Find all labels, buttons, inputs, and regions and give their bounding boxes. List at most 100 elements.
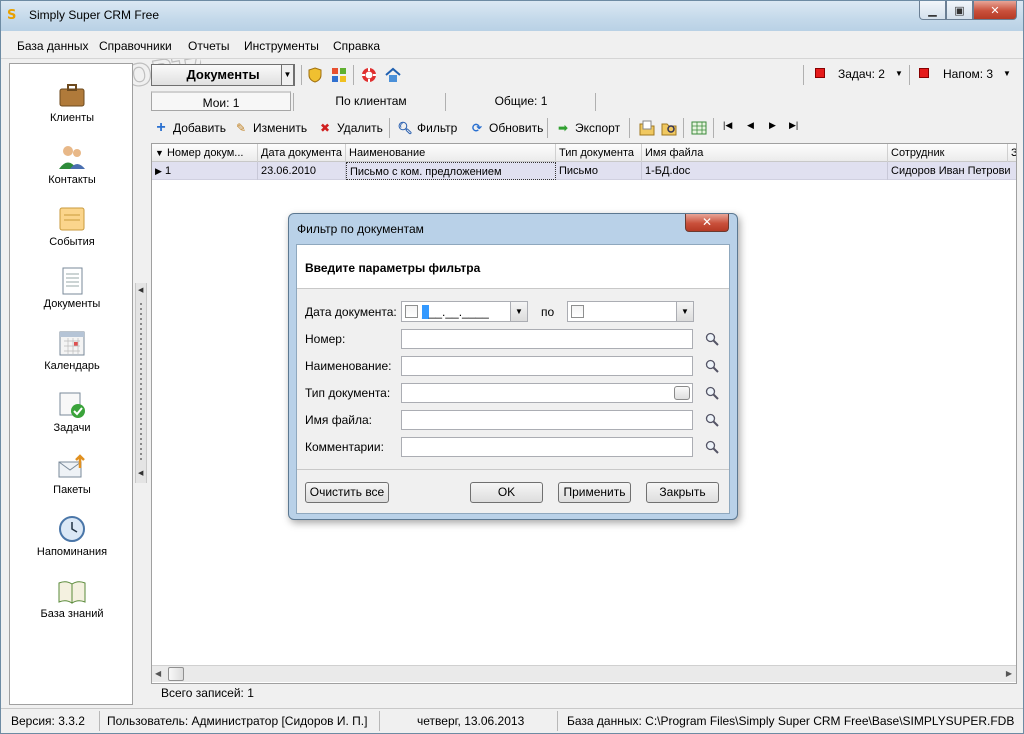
- splitter-grip: [140, 303, 142, 463]
- menu-tools[interactable]: Инструменты: [244, 39, 319, 53]
- nav-item-tasks[interactable]: Задачи: [10, 390, 134, 434]
- edit-button[interactable]: ✎ Изменить: [233, 120, 307, 136]
- close-dialog-button[interactable]: Закрыть: [646, 482, 719, 503]
- file-field[interactable]: [401, 410, 693, 430]
- nav-item-calendar[interactable]: Календарь: [10, 328, 134, 372]
- tasks-icon: [59, 392, 85, 418]
- next-record-icon[interactable]: ▶: [769, 120, 776, 131]
- menu-references[interactable]: Справочники: [99, 39, 172, 53]
- search-icon[interactable]: [705, 386, 719, 400]
- column-header-type[interactable]: Тип документа: [556, 144, 642, 162]
- status-user: Пользователь: Администратор [Сидоров И. …: [107, 714, 368, 728]
- cell-name[interactable]: Письмо с ком. предложением: [346, 162, 556, 180]
- chevron-down-icon[interactable]: ▼: [510, 302, 527, 321]
- nav-item-clients[interactable]: Клиенты: [10, 80, 134, 124]
- chevron-down-icon[interactable]: ▼: [281, 64, 294, 86]
- dialog-divider: [297, 469, 729, 470]
- scroll-right-icon[interactable]: ▶: [1006, 669, 1012, 678]
- open-file-icon[interactable]: [639, 120, 655, 136]
- type-field[interactable]: [401, 383, 693, 403]
- dialog-header-text: Введите параметры фильтра: [305, 261, 481, 275]
- apply-button[interactable]: Применить: [558, 482, 631, 503]
- search-icon[interactable]: [705, 440, 719, 454]
- nav-item-packages[interactable]: Пакеты: [10, 452, 134, 496]
- chevron-down-icon[interactable]: ▼: [1003, 69, 1011, 78]
- table-view-icon[interactable]: [691, 120, 707, 136]
- name-field[interactable]: [401, 356, 693, 376]
- section-toolbar: Документы ▼ Задач: 2 ▼ Напом: 3 ▼: [147, 63, 1017, 89]
- minimize-button[interactable]: ▁: [919, 1, 946, 20]
- search-icon[interactable]: [705, 359, 719, 373]
- date-to-checkbox[interactable]: [571, 305, 584, 318]
- last-record-icon[interactable]: ▶|: [789, 120, 798, 131]
- clear-all-button[interactable]: Очистить все: [305, 482, 389, 503]
- scroll-left-icon[interactable]: ◀: [155, 669, 161, 678]
- column-header-name[interactable]: Наименование: [346, 144, 556, 162]
- nav-item-contacts[interactable]: Контакты: [10, 142, 134, 186]
- horizontal-scrollbar[interactable]: ◀ ▶: [152, 665, 1016, 682]
- search-icon[interactable]: [705, 332, 719, 346]
- export-button[interactable]: ➡ Экспорт: [555, 120, 620, 136]
- collapse-arrow-icon[interactable]: ◀: [138, 286, 143, 294]
- delete-x-icon: ✖: [319, 121, 331, 135]
- date-from-picker[interactable]: ___.__.____ ▼: [401, 301, 528, 322]
- delete-button[interactable]: ✖ Удалить: [317, 120, 383, 136]
- tab-by-clients[interactable]: По клиентам: [301, 91, 441, 111]
- shield-icon[interactable]: [307, 67, 323, 83]
- refresh-button[interactable]: ⟳ Обновить: [469, 120, 543, 136]
- folder-search-icon[interactable]: [661, 120, 677, 136]
- filter-dialog: Фильтр по документам ✕ Введите параметры…: [288, 213, 738, 520]
- dialog-close-button[interactable]: ✕: [685, 214, 729, 232]
- reminders-counter[interactable]: Напом: 3: [943, 67, 993, 81]
- close-button[interactable]: ✕: [973, 1, 1017, 20]
- filter-button[interactable]: 🔍︎ Фильтр: [397, 120, 457, 136]
- nav-item-documents[interactable]: Документы: [10, 266, 134, 310]
- column-header-extra[interactable]: З: [1008, 144, 1016, 162]
- column-header-filename[interactable]: Имя файла: [642, 144, 888, 162]
- tab-mine[interactable]: Мои: 1: [151, 91, 291, 111]
- panel-splitter[interactable]: ◀ ◀: [135, 283, 147, 483]
- home-icon[interactable]: [385, 67, 401, 83]
- dialog-title: Фильтр по документам: [297, 222, 424, 236]
- dialog-body: Введите параметры фильтра Дата документа…: [296, 244, 730, 514]
- chevron-down-icon[interactable]: ▼: [676, 302, 693, 321]
- tab-common[interactable]: Общие: 1: [451, 91, 591, 111]
- date-from-checkbox[interactable]: [405, 305, 418, 318]
- to-label: по: [541, 305, 555, 319]
- column-header-number[interactable]: ▼ Номер докум...: [152, 144, 258, 162]
- record-count: Всего записей: 1: [161, 686, 254, 700]
- date-to-picker[interactable]: ▼: [567, 301, 694, 322]
- previous-record-icon[interactable]: ◀: [747, 120, 754, 131]
- menu-database[interactable]: База данных: [17, 39, 88, 53]
- maximize-button[interactable]: ▣: [946, 1, 973, 20]
- nav-item-knowledge-base[interactable]: База знаний: [10, 576, 134, 620]
- column-header-employee[interactable]: Сотрудник: [888, 144, 1008, 162]
- tasks-indicator-icon: [815, 68, 825, 78]
- nav-label: События: [49, 236, 95, 248]
- section-combo[interactable]: Документы: [151, 64, 295, 86]
- lookup-button[interactable]: [674, 386, 690, 400]
- title-bar[interactable]: S Simply Super CRM Free ▁ ▣ ✕: [1, 1, 1023, 31]
- table-row[interactable]: ▶ 1 23.06.2010 Письмо с ком. предложение…: [152, 162, 1016, 180]
- help-lifebuoy-icon[interactable]: [361, 67, 377, 83]
- menu-reports[interactable]: Отчеты: [188, 39, 229, 53]
- toolbar-separator: [909, 65, 910, 85]
- ok-button[interactable]: OK: [470, 482, 543, 503]
- number-field[interactable]: [401, 329, 693, 349]
- chevron-down-icon[interactable]: ▼: [895, 69, 903, 78]
- tasks-counter[interactable]: Задач: 2: [838, 67, 885, 81]
- add-button[interactable]: + Добавить: [153, 119, 227, 136]
- first-record-icon[interactable]: |◀: [723, 120, 732, 131]
- menu-help[interactable]: Справка: [333, 39, 380, 53]
- toolbar-separator: [629, 118, 630, 138]
- windows-icon[interactable]: [331, 67, 347, 83]
- collapse-arrow-icon[interactable]: ◀: [138, 469, 143, 477]
- add-label: Добавить: [173, 121, 227, 135]
- app-logo-icon: S: [7, 8, 17, 23]
- column-header-date[interactable]: Дата документа: [258, 144, 346, 162]
- nav-item-events[interactable]: События: [10, 204, 134, 248]
- nav-item-reminders[interactable]: Напоминания: [10, 514, 134, 558]
- scroll-thumb[interactable]: [168, 667, 184, 681]
- comments-field[interactable]: [401, 437, 693, 457]
- search-icon[interactable]: [705, 413, 719, 427]
